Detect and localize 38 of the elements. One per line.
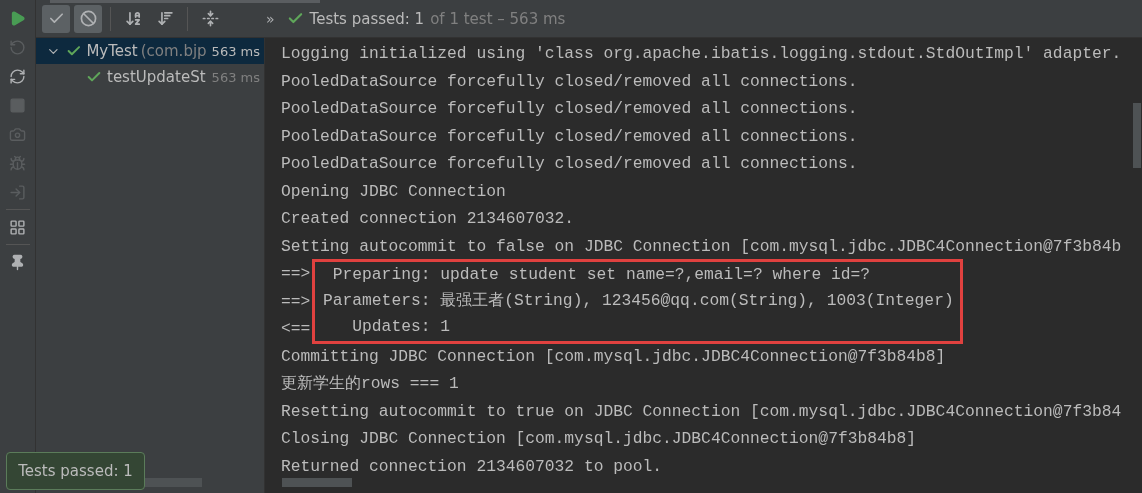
console-prefix: ==> bbox=[281, 263, 312, 285]
console-line: Logging initialized using 'class org.apache.ibatis.logging.stdout.StdOutImpl' adapter. bbox=[281, 43, 1123, 65]
console-line: Resetting autocommit to true on JDBC Connection [com.mysql.jdbc.JDBC4Connection@7f3b84 bbox=[281, 400, 1123, 423]
tree-item[interactable]: MyTest (com.bjp 563 ms bbox=[36, 38, 264, 64]
console-line: PooledDataSource forcefully closed/removed all connections. bbox=[281, 125, 859, 148]
scrollbar[interactable] bbox=[1133, 103, 1141, 168]
tree-item[interactable]: testUpdateSt 563 ms bbox=[36, 64, 264, 90]
check-button[interactable] bbox=[42, 4, 70, 33]
console-line: Setting autocommit to false on JDBC Connection [com.mysql.jdbc.JDBC4Connection@7f3b84b bbox=[281, 235, 1123, 258]
test-name: testUpdateSt bbox=[107, 68, 206, 86]
console-line: PooledDataSource forcefully closed/removed all connections. bbox=[281, 70, 859, 93]
console-line: Returned connection 2134607032 to pool. bbox=[281, 455, 664, 478]
notification-toast: Tests passed: 1 bbox=[6, 452, 145, 490]
console-line: Created connection 2134607032. bbox=[281, 208, 576, 230]
console-line: Committing JDBC Connection [com.mysql.jdbc.JDBC4Connection@7f3b84b8] bbox=[281, 345, 947, 368]
console-line: PooledDataSource forcefully closed/removed all connections. bbox=[281, 98, 859, 120]
console-line: Preparing: update student set name=?,email=? where id=? bbox=[331, 264, 872, 286]
status-detail: of 1 test – 563 ms bbox=[430, 9, 566, 28]
sort-alpha-icon bbox=[124, 10, 142, 27]
console-line: Opening JDBC Connection bbox=[281, 180, 507, 203]
console-line: Updates: 1 bbox=[351, 316, 451, 338]
test-time: 563 ms bbox=[211, 69, 261, 85]
sort-icon bbox=[156, 10, 174, 27]
console-line: Closing JDBC Connection [com.mysql.jdbc.JDBC4Connection@7f3b84b8] bbox=[281, 428, 918, 450]
console-line: PooledDataSource forcefully closed/removed all connections. bbox=[281, 153, 859, 175]
package-name: (com.bjp bbox=[140, 42, 207, 60]
collapse-icon bbox=[201, 10, 219, 27]
console-prefix: <== bbox=[281, 318, 312, 340]
console-line: 更新学生的rows === 1 bbox=[281, 373, 460, 395]
ban-icon bbox=[79, 10, 97, 27]
test-time: 563 ms bbox=[211, 43, 261, 59]
console-line: Parameters: 最强王者(String), 123456@qq.com(String), 1003(Integer) bbox=[323, 290, 954, 312]
status-label: Tests passed: 1 bbox=[309, 9, 425, 28]
test-name: MyTest bbox=[86, 42, 138, 60]
scrollbar[interactable] bbox=[282, 478, 352, 487]
more-button[interactable]: » bbox=[266, 10, 275, 27]
ban-button[interactable] bbox=[74, 4, 102, 33]
console-prefix: ==> bbox=[281, 290, 312, 313]
